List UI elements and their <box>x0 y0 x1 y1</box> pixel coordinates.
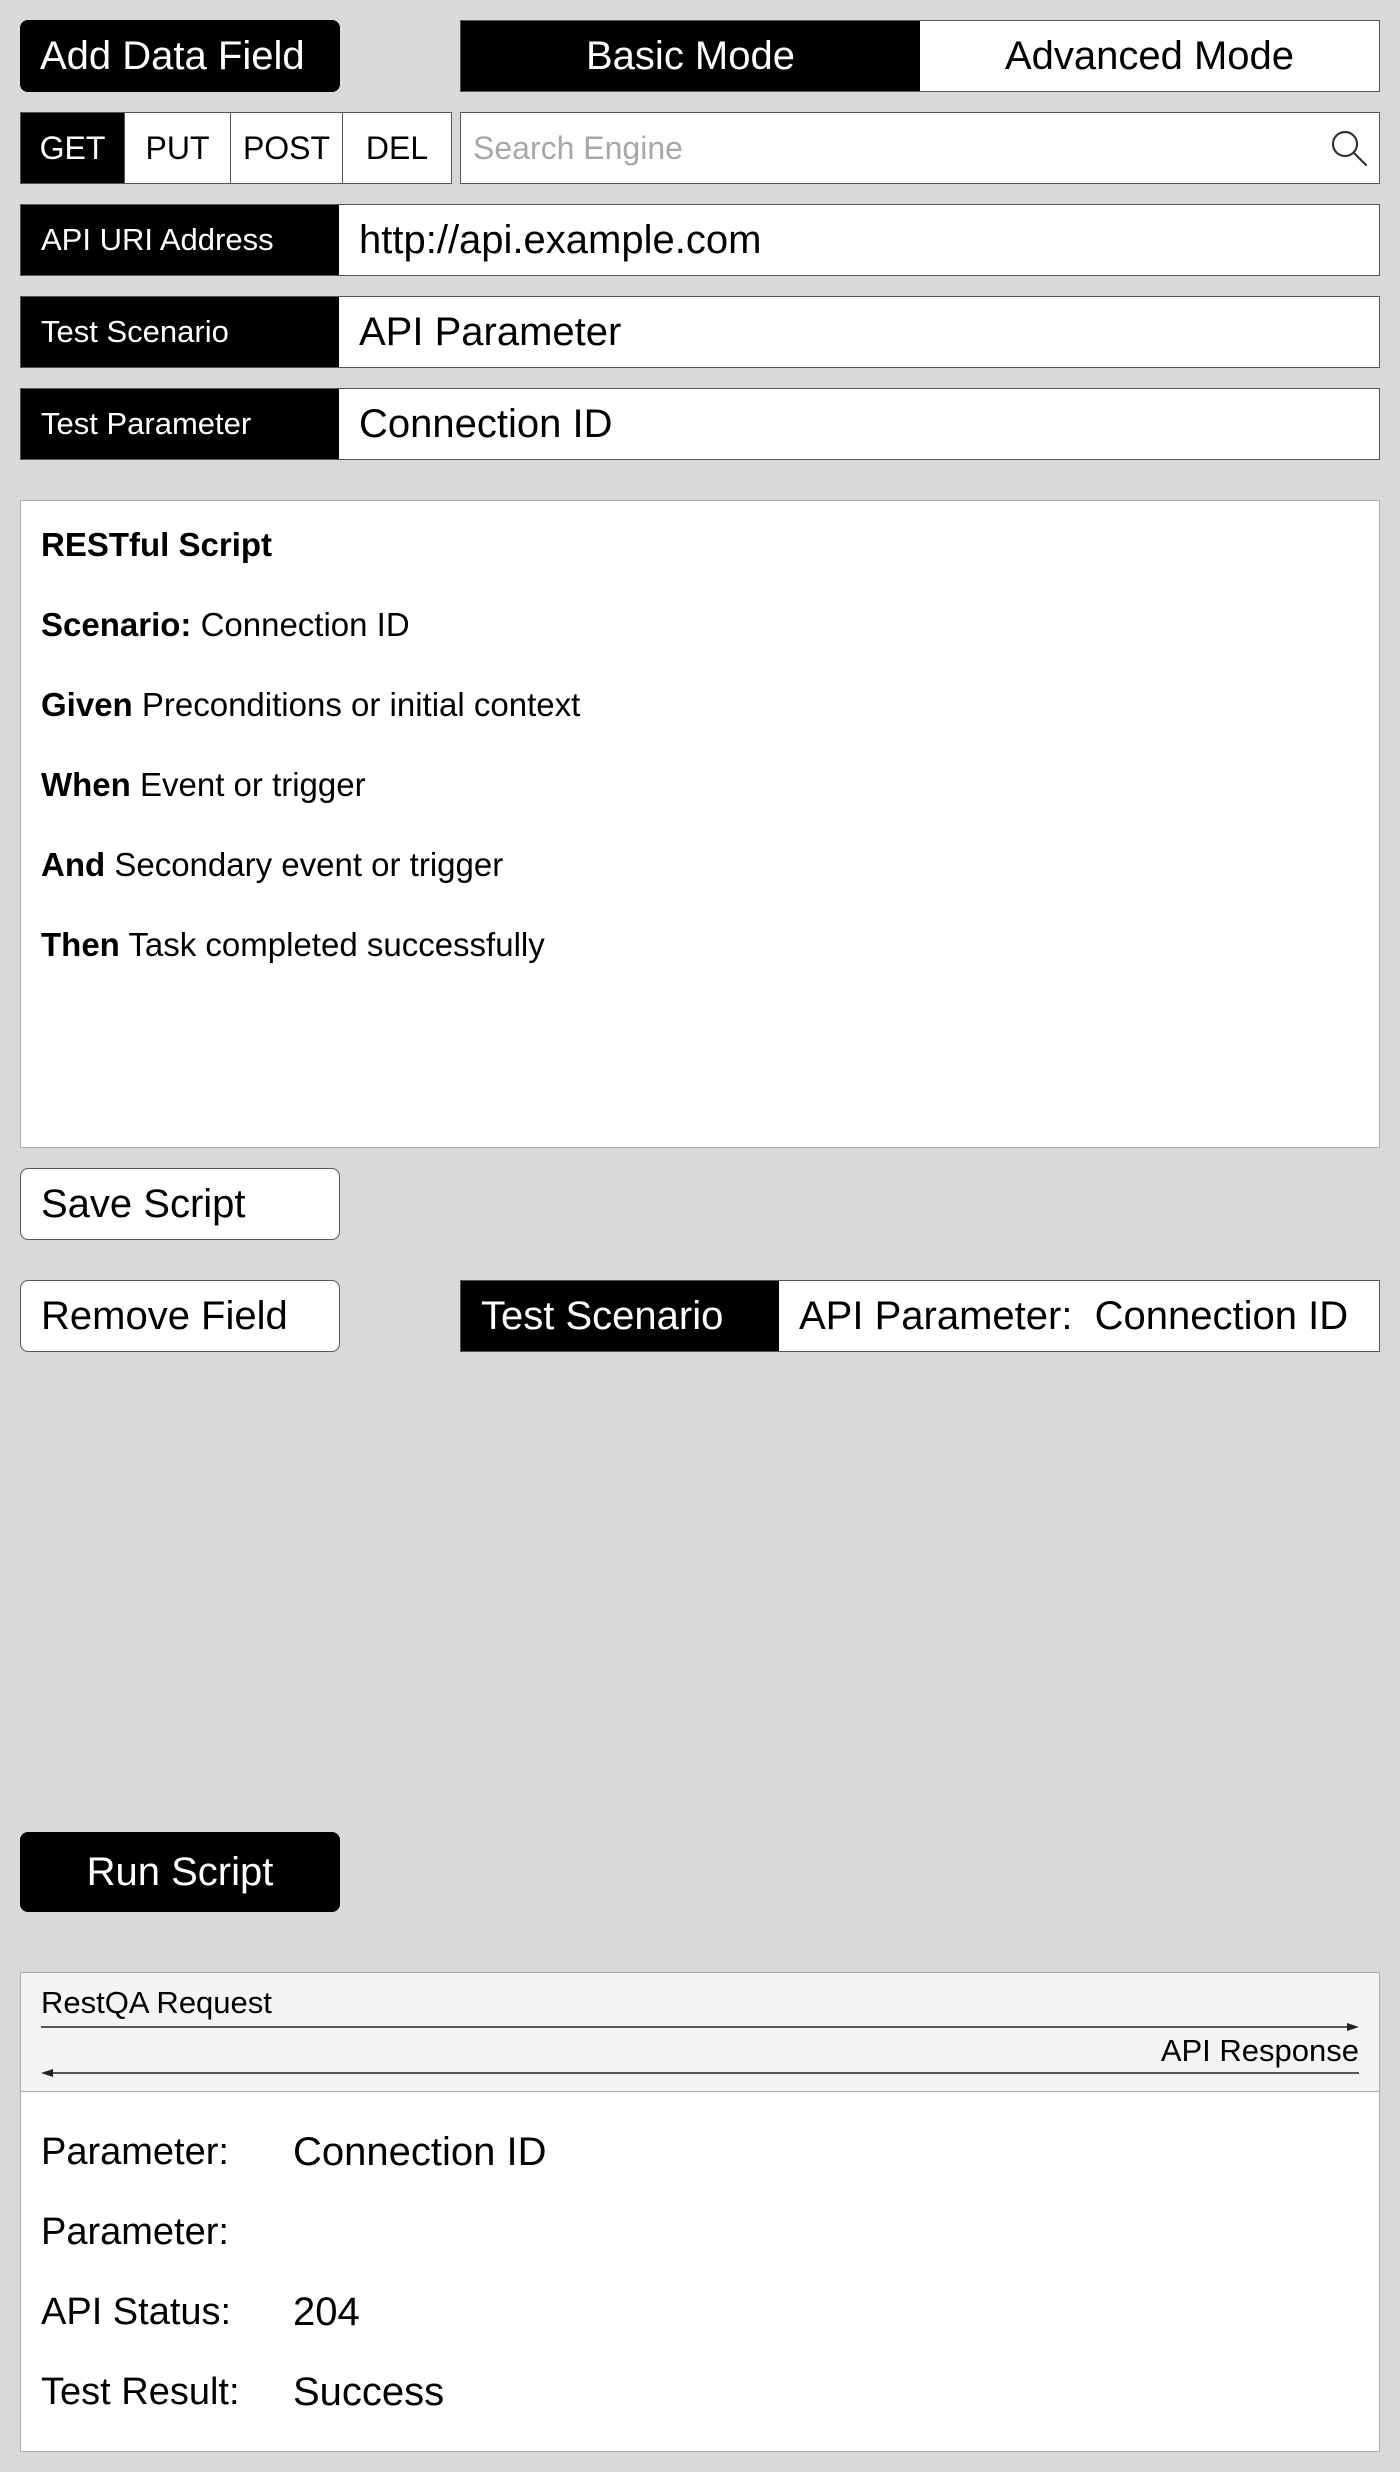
test-scenario-label: Test Scenario <box>21 297 339 367</box>
add-data-field-button[interactable]: Add Data Field <box>20 20 340 92</box>
scenario-tag-key: Test Scenario <box>461 1281 779 1351</box>
script-line-given: Given Preconditions or initial context <box>41 686 581 723</box>
method-get-label: GET <box>39 129 106 166</box>
scenario-tag-value: API Parameter: Connection ID <box>799 1293 1349 1338</box>
scenario-tag: Test Scenario API Parameter: Connection … <box>460 1280 1380 1352</box>
method-post-button[interactable]: POST <box>230 113 342 183</box>
basic-mode-tab[interactable]: Basic Mode <box>461 21 920 91</box>
api-uri-label: API URI Address <box>21 205 339 275</box>
result-key: Test Result: <box>41 2370 240 2413</box>
script-line-then: Then Task completed successfully <box>41 926 545 963</box>
advanced-mode-tab[interactable]: Advanced Mode <box>920 21 1379 91</box>
api-uri-field: API URI Address http://api.example.com <box>20 204 1380 276</box>
test-parameter-field: Test Parameter Connection ID <box>20 388 1380 460</box>
result-row-parameter-1: Parameter: Connection ID <box>41 2112 1359 2192</box>
result-rows: Parameter: Connection ID Parameter: API … <box>21 2092 1379 2452</box>
method-put-label: PUT <box>145 129 210 166</box>
run-script-label: Run Script <box>86 1849 274 1894</box>
search-input[interactable] <box>461 112 1319 184</box>
test-parameter-label: Test Parameter <box>21 389 339 459</box>
request-response-flow: RestQA Request API Response <box>21 1973 1379 2092</box>
result-value: 204 <box>293 2289 360 2334</box>
result-row-test-result: Test Result: Success <box>41 2352 1359 2432</box>
response-label: API Response <box>1160 2033 1359 2068</box>
request-label: RestQA Request <box>41 1985 272 2020</box>
method-post-label: POST <box>242 129 331 166</box>
test-parameter-input[interactable]: Connection ID <box>339 389 1379 459</box>
result-key: Parameter: <box>41 2210 229 2253</box>
search-box <box>460 112 1380 184</box>
method-del-button[interactable]: DEL <box>342 113 451 183</box>
script-title: RESTful Script <box>41 526 273 563</box>
result-key: API Status: <box>41 2290 232 2333</box>
run-script-button[interactable]: Run Script <box>20 1832 340 1912</box>
request-arrow <box>41 2023 1359 2031</box>
test-scenario-field: Test Scenario API Parameter <box>20 296 1380 368</box>
search-icon[interactable] <box>1319 113 1379 183</box>
response-arrow <box>41 2069 1359 2077</box>
method-get-button[interactable]: GET <box>21 113 124 183</box>
basic-mode-label: Basic Mode <box>586 33 795 78</box>
api-uri-input[interactable]: http://api.example.com <box>339 205 1379 275</box>
result-value: Connection ID <box>293 2129 547 2174</box>
mode-toggle: Basic Mode Advanced Mode <box>460 20 1380 92</box>
result-value: Success <box>293 2369 445 2414</box>
result-row-parameter-2: Parameter: <box>41 2192 1359 2272</box>
script-line-and: And Secondary event or trigger <box>41 846 504 883</box>
add-data-field-label: Add Data Field <box>40 33 305 78</box>
advanced-mode-label: Advanced Mode <box>1004 33 1295 78</box>
script-line-when: When Event or trigger <box>41 766 366 803</box>
test-scenario-input[interactable]: API Parameter <box>339 297 1379 367</box>
remove-field-label: Remove Field <box>41 1293 288 1338</box>
save-script-button[interactable]: Save Script <box>20 1168 340 1240</box>
result-panel: RestQA Request API Response Parameter: C… <box>20 1972 1380 2452</box>
save-script-label: Save Script <box>41 1181 246 1226</box>
method-del-label: DEL <box>365 129 429 166</box>
result-row-api-status: API Status: 204 <box>41 2272 1359 2352</box>
http-method-selector: GET PUT POST DEL <box>20 112 452 184</box>
script-line-scenario: Scenario: Connection ID <box>41 606 410 643</box>
result-key: Parameter: <box>41 2130 229 2173</box>
restful-script-panel[interactable]: RESTful Script Scenario: Connection ID G… <box>20 500 1380 1148</box>
remove-field-button[interactable]: Remove Field <box>20 1280 340 1352</box>
method-put-button[interactable]: PUT <box>124 113 230 183</box>
